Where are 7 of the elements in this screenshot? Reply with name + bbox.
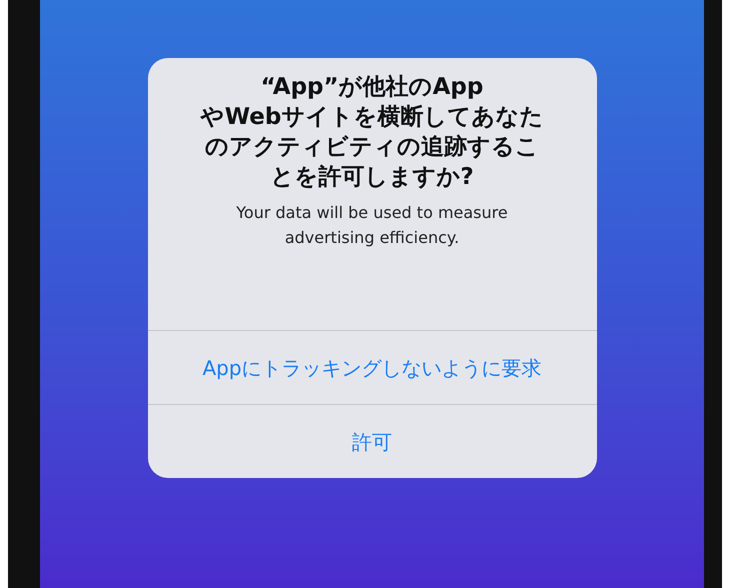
dialog-message: Your data will be used to measure advertising efficiency. xyxy=(235,202,509,249)
dialog-title: のアクティビティの追跡するこ xyxy=(205,133,539,162)
dialog-title: やWebサイトを横断してあなた xyxy=(200,103,544,132)
dialog-title: “App”が他社のApp xyxy=(260,73,484,102)
dialog-button[interactable]: Appにトラッキングしないように要求 xyxy=(148,330,596,404)
dialog-title: とを許可しますか? xyxy=(270,163,474,192)
dialog-button[interactable]: 許可 xyxy=(148,404,596,478)
